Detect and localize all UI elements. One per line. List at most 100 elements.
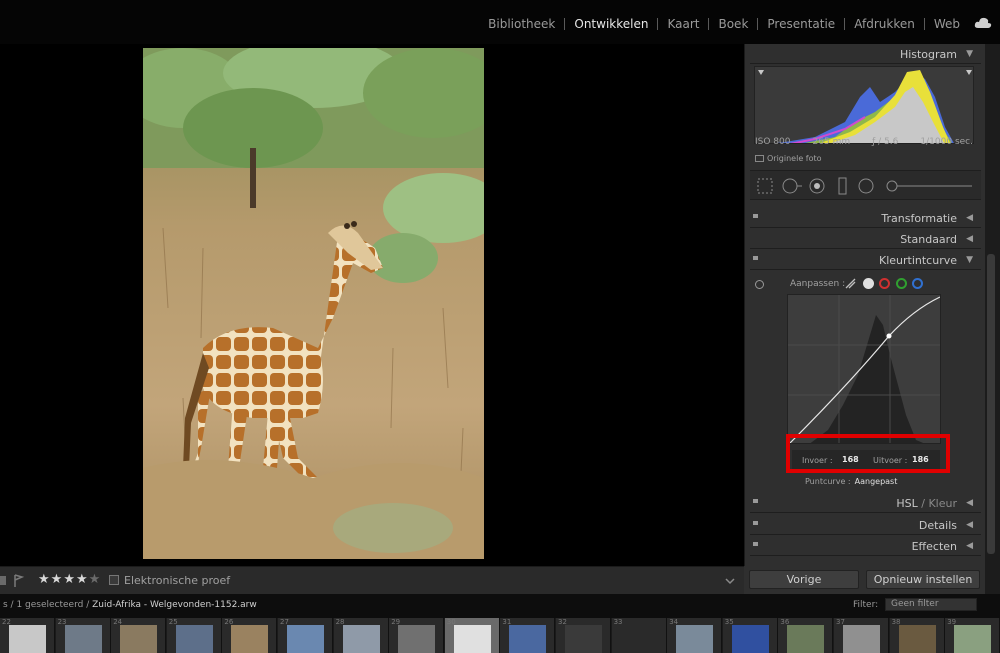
current-file-name[interactable]: Zuid-Afrika - Welgevonden-1152.arw <box>92 600 257 610</box>
spot-removal-icon[interactable] <box>782 178 802 194</box>
radial-filter-icon[interactable] <box>858 178 874 194</box>
filmstrip-thumbnail[interactable]: 35 <box>722 618 778 653</box>
panel-switch-icon[interactable] <box>753 214 758 218</box>
filmstrip-thumbnail[interactable]: 22 <box>0 618 55 653</box>
filmstrip-thumbnail[interactable]: 24 <box>111 618 167 653</box>
giraffe-photo <box>143 48 484 559</box>
star-icon[interactable]: ★ <box>89 572 102 587</box>
filmstrip-thumbnail[interactable]: 37 <box>834 618 889 653</box>
filmstrip-thumbnail[interactable]: 38 <box>889 618 945 653</box>
filmstrip-thumbnail[interactable]: 39 <box>945 618 1000 653</box>
thumbnail-image <box>342 625 380 653</box>
histogram-header[interactable]: Histogram ▼ <box>750 44 981 64</box>
tone-curve-editor[interactable] <box>787 294 941 444</box>
filmstrip-thumbnail[interactable]: 34 <box>667 618 723 653</box>
parametric-curve-icon[interactable] <box>845 278 856 289</box>
module-book[interactable]: Boek <box>718 17 748 31</box>
adjustment-brush-icon[interactable] <box>886 180 972 192</box>
star-icon[interactable]: ★ <box>51 572 64 587</box>
filmstrip-thumbnail[interactable]: 25 <box>166 618 222 653</box>
transform-header[interactable]: Transformatie ◀ <box>750 208 981 228</box>
hsl-title: HSL / Kleur <box>896 497 957 510</box>
module-picker: Bibliotheek Ontwikkelen Kaart Boek Prese… <box>488 17 960 31</box>
thumbnail-image <box>731 625 769 653</box>
thumbnail-image <box>453 625 491 653</box>
photo-toolbar: ★★★★★ Elektronische proef <box>0 566 744 594</box>
filmstrip-thumbnail[interactable]: 26 <box>222 618 278 653</box>
graduated-filter-icon[interactable] <box>838 177 847 195</box>
filmstrip-thumbnail[interactable]: 32 <box>556 618 611 653</box>
effects-title: Effecten <box>911 540 957 553</box>
filmstrip-thumbnail[interactable]: 31 <box>500 618 556 653</box>
crop-icon[interactable] <box>757 178 773 194</box>
previous-button[interactable]: Vorige <box>749 570 859 589</box>
hsl-header[interactable]: HSL / Kleur ◀ <box>750 493 981 513</box>
panel-switch-icon[interactable] <box>753 256 758 260</box>
expand-arrow-icon[interactable]: ◀ <box>966 541 973 551</box>
collapse-arrow-icon[interactable]: ▼ <box>966 255 973 265</box>
point-curve-value[interactable]: Aangepast <box>855 477 898 486</box>
curve-point[interactable] <box>886 333 892 339</box>
panel-scrollbar[interactable] <box>985 44 1000 594</box>
detail-header[interactable]: Details ◀ <box>750 515 981 535</box>
collapse-arrow-icon[interactable]: ▼ <box>966 49 973 59</box>
green-channel-button[interactable] <box>896 278 907 289</box>
thumbnail-image <box>398 625 436 653</box>
module-slideshow[interactable]: Presentatie <box>767 17 835 31</box>
module-separator <box>923 18 925 30</box>
module-separator <box>657 18 659 30</box>
star-icon[interactable]: ★ <box>63 572 76 587</box>
star-rating[interactable]: ★★★★★ <box>38 572 101 587</box>
filmstrip-thumbnail[interactable]: 33 <box>611 618 667 653</box>
soft-proof-checkbox[interactable] <box>109 575 119 585</box>
module-bar: Bibliotheek Ontwikkelen Kaart Boek Prese… <box>0 0 1000 44</box>
reset-button[interactable]: Opnieuw instellen <box>866 570 980 589</box>
red-eye-icon[interactable] <box>809 178 825 194</box>
module-web[interactable]: Web <box>934 17 960 31</box>
expand-arrow-icon[interactable]: ◀ <box>966 234 973 244</box>
expand-arrow-icon[interactable]: ◀ <box>966 498 973 508</box>
thumbnail-image <box>287 625 324 653</box>
panel-switch-icon[interactable] <box>753 542 758 546</box>
panel-switch-icon[interactable] <box>753 521 758 525</box>
rgb-channel-button[interactable] <box>863 278 874 289</box>
cloud-sync-icon[interactable] <box>974 16 992 30</box>
tone-curve-header[interactable]: Kleurtintcurve ▼ <box>750 250 981 270</box>
filmstrip-thumbnail[interactable]: 30 <box>444 618 500 653</box>
star-icon[interactable]: ★ <box>38 572 51 587</box>
star-icon[interactable]: ★ <box>76 572 89 587</box>
filmstrip-thumbnail[interactable]: 36 <box>778 618 834 653</box>
module-develop[interactable]: Ontwikkelen <box>574 17 648 31</box>
blue-channel-button[interactable] <box>912 278 923 289</box>
flag-icon[interactable] <box>0 574 26 588</box>
chevron-down-icon[interactable] <box>724 576 736 586</box>
module-library[interactable]: Bibliotheek <box>488 17 555 31</box>
thumbnail-image <box>898 625 936 653</box>
filmstrip-thumbnail[interactable]: 27 <box>278 618 333 653</box>
thumbnail-image <box>565 625 602 653</box>
point-curve-label: Puntcurve : <box>805 477 851 486</box>
thumbnail-image <box>676 625 714 653</box>
tool-strip <box>750 170 981 200</box>
adjust-label: Aanpassen : <box>790 279 846 289</box>
filmstrip-thumbnail[interactable]: 29 <box>389 618 445 653</box>
scrollbar-thumb[interactable] <box>987 254 995 554</box>
original-photo-checkbox[interactable] <box>755 155 764 162</box>
point-curve-selector[interactable]: Puntcurve : Aangepast <box>805 477 897 486</box>
expand-arrow-icon[interactable]: ◀ <box>966 213 973 223</box>
filmstrip-thumbnail[interactable]: 28 <box>333 618 389 653</box>
exif-info: ISO 800 265 mm ƒ / 5.6 1/1000 sec. <box>755 137 973 147</box>
red-channel-button[interactable] <box>879 278 890 289</box>
effects-header[interactable]: Effecten ◀ <box>750 536 981 556</box>
expand-arrow-icon[interactable]: ◀ <box>966 520 973 530</box>
filter-dropdown[interactable]: Geen filter <box>885 598 977 611</box>
basic-header[interactable]: Standaard ◀ <box>750 229 981 249</box>
thumbnail-image <box>954 625 992 653</box>
iso-value: ISO 800 <box>755 137 791 147</box>
module-map[interactable]: Kaart <box>667 17 699 31</box>
filmstrip-thumbnail[interactable]: 23 <box>55 618 111 653</box>
target-adjust-icon[interactable] <box>755 280 764 289</box>
module-print[interactable]: Afdrukken <box>854 17 915 31</box>
panel-switch-icon[interactable] <box>753 499 758 503</box>
tone-curve-panel: Aanpassen : Invoer : 168 Uitvoer : 186 P… <box>750 270 981 500</box>
